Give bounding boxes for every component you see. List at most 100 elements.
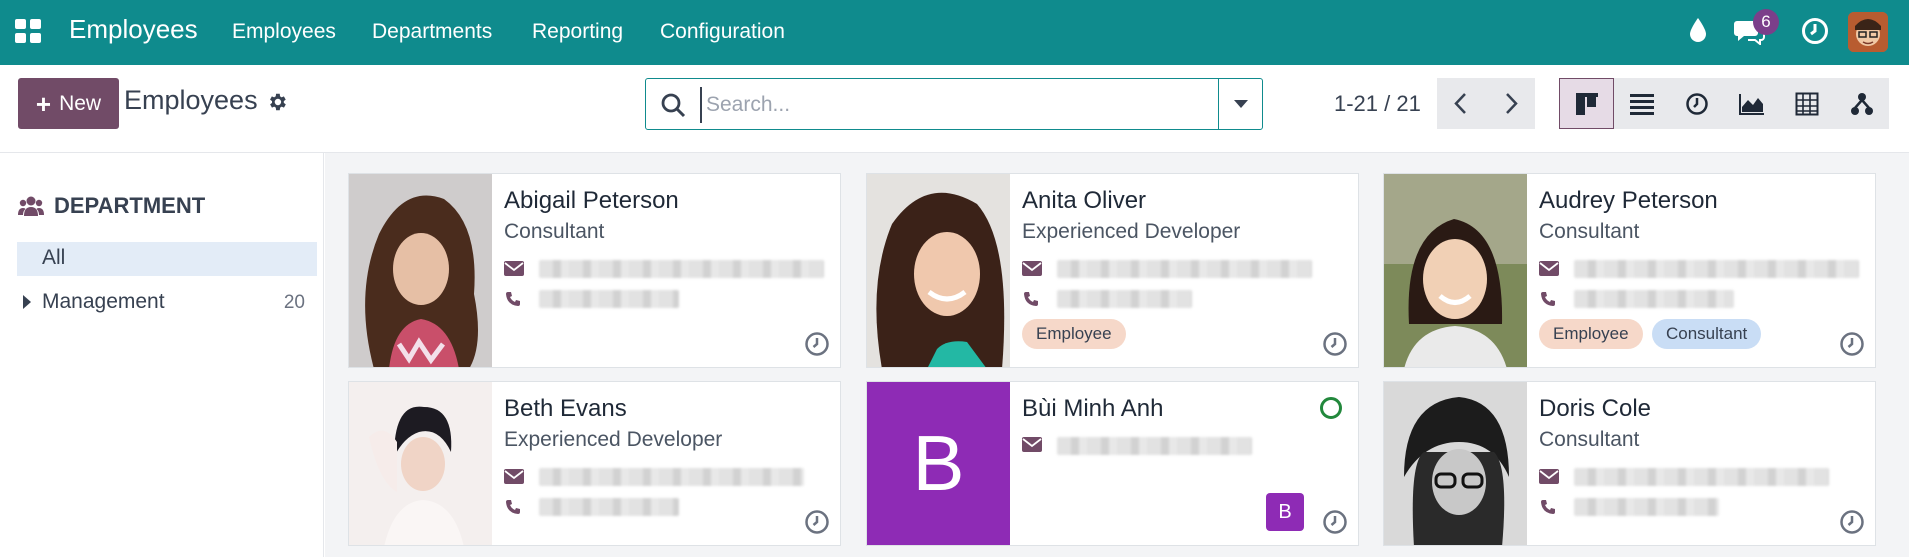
activity-clock-icon[interactable] [1839, 509, 1865, 535]
pager-value[interactable]: 1-21 / 21 [1334, 91, 1421, 117]
kanban-view-button[interactable] [1559, 78, 1614, 129]
employee-card[interactable]: Doris Cole Consultant [1383, 381, 1876, 546]
new-button[interactable]: + New [18, 78, 119, 129]
tag-consultant: Consultant [1652, 319, 1762, 349]
activity-clock-icon[interactable] [804, 509, 830, 535]
phone-icon [1541, 500, 1555, 514]
phone-icon [1541, 292, 1555, 306]
department-panel: DEPARTMENT All Management 20 [0, 153, 324, 557]
employee-name: Beth Evans [504, 395, 627, 422]
employee-job-title: Consultant [1539, 428, 1640, 451]
graph-view-button[interactable] [1724, 78, 1779, 129]
phone-icon [1024, 292, 1038, 306]
envelope-icon [1022, 437, 1042, 452]
chevron-left-icon [1454, 93, 1466, 114]
breadcrumb: Employees [124, 85, 258, 115]
employee-job-title: Consultant [504, 220, 605, 243]
employee-photo [867, 174, 1010, 367]
nav-departments[interactable]: Departments [372, 20, 492, 44]
employee-name: Anita Oliver [1022, 187, 1147, 214]
employee-photo [349, 382, 492, 545]
phone-icon [506, 500, 520, 514]
nav-reporting[interactable]: Reporting [532, 20, 623, 44]
pivot-view-icon [1795, 92, 1818, 115]
tag-employee: Employee [1539, 319, 1643, 349]
activity-view-icon [1685, 92, 1708, 115]
phone-redacted [539, 498, 679, 516]
envelope-icon [1539, 469, 1559, 484]
employee-photo [1384, 382, 1527, 545]
pivot-view-button[interactable] [1779, 78, 1834, 129]
email-redacted [1574, 260, 1859, 278]
nav-employees[interactable]: Employees [232, 20, 336, 44]
kanban-view-icon [1575, 92, 1598, 115]
email-redacted [1057, 260, 1312, 278]
envelope-icon [1022, 261, 1042, 276]
caret-right-icon[interactable] [23, 295, 31, 309]
caret-down-icon [1233, 99, 1248, 108]
employee-photo [349, 174, 492, 367]
envelope-icon [504, 261, 524, 276]
top-navbar: Employees Employees Departments Reportin… [0, 0, 1909, 65]
department-item-management[interactable]: Management 20 [17, 288, 317, 322]
presence-status-icon [1320, 397, 1342, 419]
employee-card[interactable]: Audrey Peterson Consultant Employee Cons… [1383, 173, 1876, 368]
activity-clock-icon[interactable] [1322, 509, 1348, 535]
chevron-right-icon [1506, 93, 1518, 114]
employee-job-title: Consultant [1539, 220, 1640, 243]
envelope-icon [1539, 261, 1559, 276]
app-title[interactable]: Employees [69, 14, 198, 45]
employee-name: Bùi Minh Anh [1022, 395, 1164, 422]
graph-view-icon [1738, 93, 1764, 115]
search-bar [645, 78, 1263, 130]
department-header: DEPARTMENT [18, 193, 205, 219]
employee-name: Doris Cole [1539, 395, 1652, 422]
pager-previous-button[interactable] [1437, 78, 1486, 129]
drop-icon[interactable] [1688, 17, 1708, 43]
user-badge[interactable]: B [1266, 493, 1304, 531]
activity-clock-icon[interactable] [804, 331, 830, 357]
list-view-icon [1629, 93, 1654, 115]
employee-job-title: Experienced Developer [504, 428, 723, 451]
chat-badge: 6 [1753, 9, 1779, 35]
hierarchy-view-button[interactable] [1834, 78, 1889, 129]
email-redacted [539, 468, 804, 486]
activity-clock-icon[interactable] [1839, 331, 1865, 357]
employee-name: Audrey Peterson [1539, 187, 1718, 214]
clock-icon[interactable] [1801, 17, 1829, 45]
employee-initial-avatar: B [867, 382, 1010, 545]
search-input[interactable] [700, 87, 1200, 123]
employee-card[interactable]: Anita Oliver Experienced Developer Emplo… [866, 173, 1359, 368]
nav-configuration[interactable]: Configuration [660, 20, 785, 44]
employee-photo [1384, 174, 1527, 367]
employee-card[interactable]: B Bùi Minh Anh B [866, 381, 1359, 546]
scrollbar[interactable] [1897, 153, 1909, 557]
search-icon [661, 93, 686, 118]
pager-next-button[interactable] [1486, 78, 1535, 129]
email-redacted [1057, 437, 1252, 455]
gear-icon[interactable] [266, 91, 288, 113]
phone-redacted [539, 290, 679, 308]
employee-name: Abigail Peterson [504, 187, 679, 214]
hierarchy-view-icon [1850, 92, 1873, 115]
department-all[interactable]: All [17, 242, 317, 276]
phone-redacted [1057, 290, 1192, 308]
kanban-board: Abigail Peterson Consultant Anita Oliver… [325, 153, 1909, 557]
department-label: Management [42, 290, 165, 313]
list-view-button[interactable] [1614, 78, 1669, 129]
activity-view-button[interactable] [1669, 78, 1724, 129]
activity-clock-icon[interactable] [1322, 331, 1348, 357]
phone-icon [506, 292, 520, 306]
user-avatar[interactable] [1848, 12, 1888, 52]
tag-employee: Employee [1022, 319, 1126, 349]
email-redacted [539, 260, 824, 278]
users-icon [18, 196, 44, 216]
department-count: 20 [283, 292, 305, 313]
phone-redacted [1574, 498, 1719, 516]
phone-redacted [1574, 290, 1734, 308]
control-panel: +New Employees 1-21 / 21 [0, 65, 1909, 153]
employee-card[interactable]: Beth Evans Experienced Developer [348, 381, 841, 546]
employee-card[interactable]: Abigail Peterson Consultant [348, 173, 841, 368]
search-options-toggle[interactable] [1218, 79, 1262, 129]
apps-grid-icon[interactable] [15, 19, 43, 43]
